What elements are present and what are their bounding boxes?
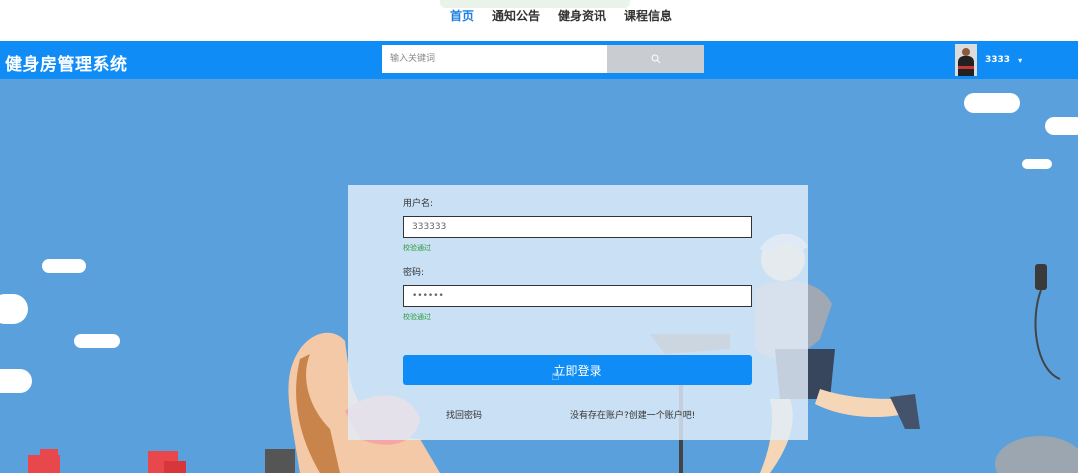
nav-item-courses[interactable]: 课程信息 (624, 7, 672, 24)
top-navigation: 首页 通知公告 健身资讯 课程信息 (0, 0, 1078, 41)
nav-item-notices[interactable]: 通知公告 (492, 7, 540, 24)
login-panel: 用户名: 校验通过 密码: 校验通过 立即登录 找回密码 没有存在账户?创建一个… (348, 185, 808, 440)
search-bar (382, 45, 704, 73)
username-field[interactable] (403, 216, 752, 238)
login-button[interactable]: 立即登录 (403, 355, 752, 385)
site-title: 健身房管理系统 (5, 55, 128, 75)
nav-item-news[interactable]: 健身资讯 (558, 7, 606, 24)
user-name: 3333 (985, 55, 1011, 65)
header-bar: 健身房管理系统 3333 ▾ (0, 41, 1078, 79)
password-field[interactable] (403, 285, 752, 307)
password-label: 密码: (403, 268, 425, 278)
password-status: 校验通过 (403, 313, 431, 321)
avatar (955, 44, 977, 76)
search-button[interactable] (607, 45, 704, 73)
register-link[interactable]: 没有存在账户?创建一个账户吧! (570, 408, 695, 421)
nav-item-home[interactable]: 首页 (450, 7, 474, 24)
username-label: 用户名: (403, 199, 434, 209)
search-icon (651, 54, 660, 64)
username-status: 校验通过 (403, 244, 431, 252)
user-menu[interactable]: 3333 ▾ (955, 44, 1022, 76)
search-input[interactable] (382, 45, 607, 73)
nav-links: 首页 通知公告 健身资讯 课程信息 (0, 7, 1078, 24)
forgot-password-link[interactable]: 找回密码 (446, 408, 482, 421)
chevron-down-icon: ▾ (1018, 55, 1023, 65)
pointer-cursor-icon: ☝ (551, 368, 560, 384)
